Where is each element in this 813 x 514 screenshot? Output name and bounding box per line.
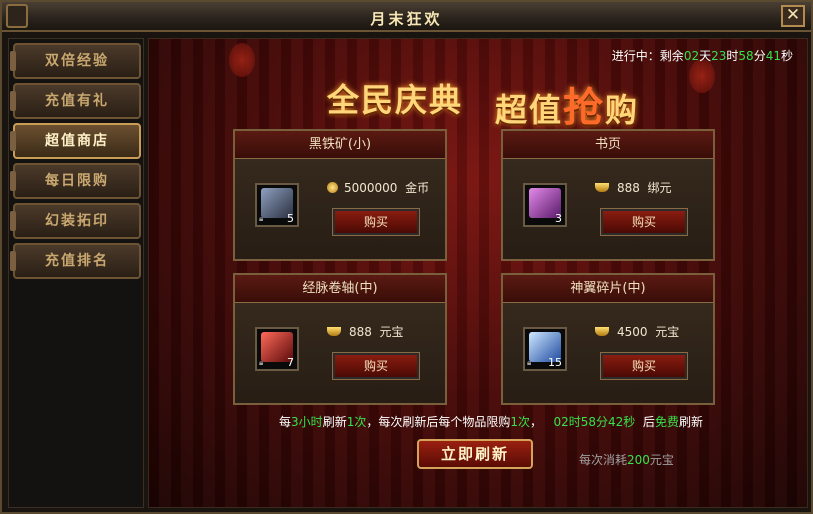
item-slot[interactable]: 🔒︎ 7 [255, 327, 299, 371]
cost-suffix: 元宝 [649, 453, 674, 467]
timer-seconds: 41 [765, 49, 781, 63]
item-slot[interactable]: 🔒︎ 5 [255, 183, 299, 227]
timer-prefix: 进行中：剩余 [611, 49, 684, 63]
item-quantity: 7 [287, 356, 294, 369]
cost-prefix: 每次消耗 [579, 453, 628, 467]
refresh-free: 免费 [654, 415, 679, 429]
timer-days-unit: 天 [699, 49, 712, 63]
sidebar-item-recharge-rank[interactable]: 充值排名 [10, 243, 141, 279]
banner-right-b: 购 [605, 91, 640, 129]
item-price: 888 元宝 [327, 323, 404, 340]
item-quantity: 15 [548, 356, 562, 369]
shop-item-card: 书页 3 888 绑元 购买 [501, 129, 715, 261]
timer-minutes-unit: 分 [753, 49, 766, 63]
shop-item-card: 黑铁矿(小) 🔒︎ 5 5000000 金币 购买 [233, 129, 447, 261]
item-quantity: 3 [555, 212, 562, 225]
buy-button[interactable]: 购买 [600, 208, 688, 236]
timer-hours: 23 [711, 49, 727, 63]
shop-item-card: 经脉卷轴(中) 🔒︎ 7 888 元宝 购买 [233, 273, 447, 405]
item-name: 书页 [503, 131, 713, 159]
sidebar-item-double-exp[interactable]: 双倍经验 [10, 43, 141, 79]
price-currency: 金币 [405, 181, 430, 195]
ingot-icon [595, 327, 609, 336]
buy-button[interactable]: 购买 [332, 352, 420, 380]
refresh-text: 每 [279, 415, 292, 429]
refresh-text: ，每次刷新后每个物品限购 [366, 415, 511, 429]
item-price: 888 绑元 [595, 179, 672, 196]
banner-right-a: 超值 [495, 91, 564, 129]
shop-panel: 进行中：剩余02天23时58分41秒 全民庆典 超值抢购 黑铁矿(小) 🔒︎ 5… [148, 38, 808, 508]
item-name: 黑铁矿(小) [235, 131, 445, 159]
refresh-text: 后 [642, 415, 655, 429]
close-icon: ✕ [785, 5, 801, 25]
buy-button[interactable]: 购买 [332, 208, 420, 236]
item-price: 4500 元宝 [595, 323, 679, 340]
lantern-icon [689, 59, 715, 93]
refresh-limit: 1次 [510, 415, 530, 429]
shop-item-card: 神翼碎片(中) 🔒︎ 15 4500 元宝 购买 [501, 273, 715, 405]
refresh-times: 1次 [346, 415, 367, 429]
price-value: 4500 [617, 325, 648, 339]
refresh-info: 每3小时刷新1次，每次刷新后每个物品限购1次， 02时58分42秒 后免费刷新 [149, 413, 807, 430]
price-value: 888 [617, 181, 640, 195]
item-price: 5000000 金币 [327, 179, 429, 196]
price-currency: 绑元 [647, 181, 672, 195]
refresh-cost: 每次消耗200元宝 [579, 451, 674, 468]
bound-ingot-icon [595, 183, 609, 192]
item-slot[interactable]: 🔒︎ 15 [523, 327, 567, 371]
item-name: 神翼碎片(中) [503, 275, 713, 303]
price-currency: 元宝 [655, 325, 680, 339]
sidebar-item-recharge-gift[interactable]: 充值有礼 [10, 83, 141, 119]
timer-days: 02 [683, 49, 700, 63]
refresh-text: ， [530, 415, 543, 429]
item-name: 经脉卷轴(中) [235, 275, 445, 303]
sidebar-item-value-shop[interactable]: 超值商店 [10, 123, 141, 159]
item-slot[interactable]: 3 [523, 183, 567, 227]
close-button[interactable]: ✕ [781, 5, 805, 27]
cost-value: 200 [627, 453, 650, 467]
timer-seconds-unit: 秒 [780, 49, 793, 63]
banner-left: 全民庆典 [327, 81, 464, 119]
refresh-countdown: 02时58分42秒 [553, 415, 636, 429]
refresh-now-button[interactable]: 立即刷新 [417, 439, 533, 469]
lantern-icon [229, 43, 255, 77]
sidebar: 双倍经验 充值有礼 超值商店 每日限购 幻装拓印 充值排名 [8, 38, 144, 508]
banner-right-big: 抢 [563, 85, 606, 131]
timer-hours-unit: 时 [726, 49, 739, 63]
timer-minutes: 58 [738, 49, 754, 63]
gold-coin-icon [327, 182, 338, 193]
price-value: 5000000 [344, 181, 398, 195]
sidebar-item-daily-limit[interactable]: 每日限购 [10, 163, 141, 199]
item-quantity: 5 [287, 212, 294, 225]
sidebar-item-fashion-print[interactable]: 幻装拓印 [10, 203, 141, 239]
event-timer: 进行中：剩余02天23时58分41秒 [612, 47, 793, 64]
title-bar: 月末狂欢 ✕ [2, 2, 811, 32]
bound-lock-icon: 🔒︎ [527, 358, 532, 367]
bound-lock-icon: 🔒︎ [259, 358, 264, 367]
bound-lock-icon: 🔒︎ [259, 214, 264, 223]
price-value: 888 [349, 325, 372, 339]
banner-right: 超值抢购 [495, 75, 639, 131]
refresh-text: 刷新 [678, 415, 703, 429]
event-window: 月末狂欢 ✕ 双倍经验 充值有礼 超值商店 每日限购 幻装拓印 充值排名 进行中… [0, 0, 813, 514]
refresh-hours: 3小时 [291, 415, 323, 429]
window-title: 月末狂欢 [370, 10, 443, 28]
buy-button[interactable]: 购买 [600, 352, 688, 380]
price-currency: 元宝 [379, 325, 404, 339]
ingot-icon [327, 327, 341, 336]
refresh-text: 刷新 [322, 415, 347, 429]
